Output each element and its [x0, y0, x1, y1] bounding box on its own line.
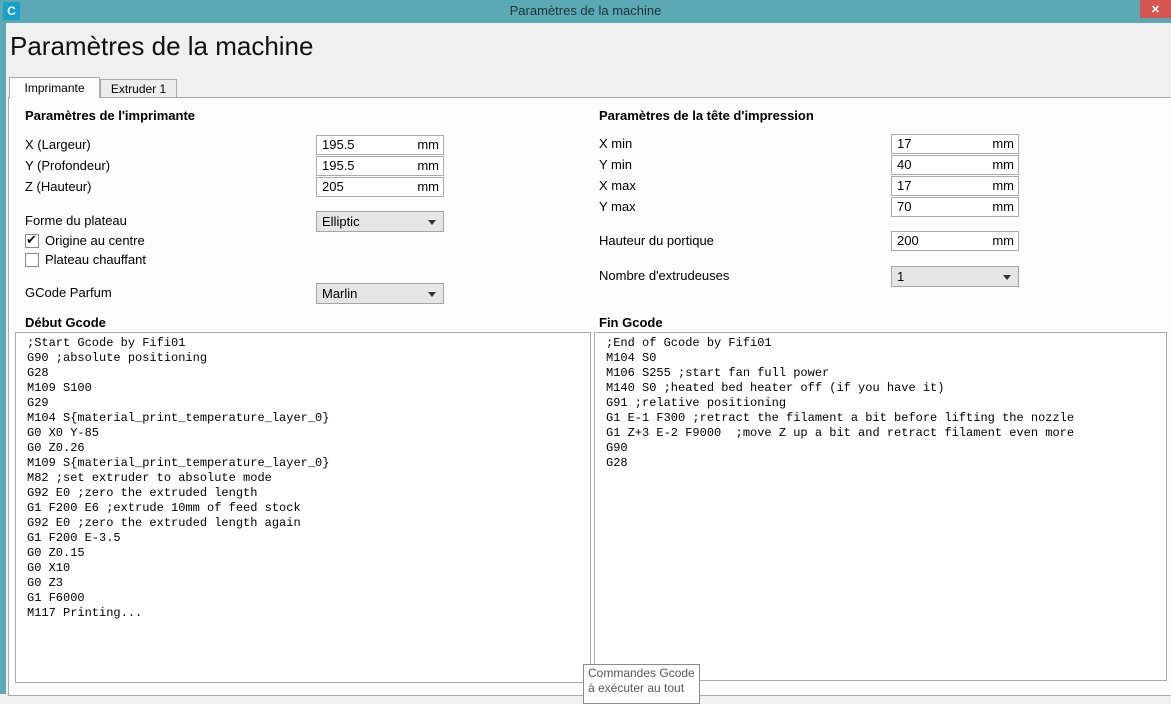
y-max-value: 70: [897, 199, 912, 214]
page-title: Paramètres de la machine: [10, 31, 314, 61]
printhead-settings-title: Paramètres de la tête d'impression: [599, 108, 814, 123]
x-max-value: 17: [897, 178, 912, 193]
x-width-unit: mm: [417, 137, 439, 152]
x-max-label: X max: [599, 178, 636, 193]
y-min-input[interactable]: 40 mm: [891, 155, 1019, 175]
y-max-unit: mm: [992, 199, 1014, 214]
x-min-value: 17: [897, 136, 912, 151]
window-title: Paramètres de la machine: [509, 3, 662, 18]
y-depth-value: 195.5: [322, 158, 355, 173]
z-height-unit: mm: [417, 179, 439, 194]
bed-shape-label: Forme du plateau: [25, 213, 127, 228]
z-height-input[interactable]: 205 mm: [316, 177, 444, 197]
settings-panel: Paramètres de l'imprimante X (Largeur) 1…: [8, 97, 1171, 696]
window-left-border: [0, 23, 6, 694]
x-min-label: X min: [599, 136, 633, 151]
y-depth-unit: mm: [417, 158, 439, 173]
x-min-unit: mm: [992, 136, 1014, 151]
gcode-tooltip: Commandes Gcode à exécuter au tout: [583, 664, 700, 704]
window-titlebar: C Paramètres de la machine ✕: [0, 0, 1171, 23]
x-max-input[interactable]: 17 mm: [891, 176, 1019, 196]
machine-settings-dialog: { "window": { "title": "Paramètres de la…: [0, 0, 1171, 704]
x-min-input[interactable]: 17 mm: [891, 134, 1019, 154]
z-height-value: 205: [322, 179, 344, 194]
y-max-input[interactable]: 70 mm: [891, 197, 1019, 217]
y-max-label: Y max: [599, 199, 636, 214]
bed-shape-dropdown[interactable]: Elliptic: [316, 211, 444, 232]
origin-center-label: Origine au centre: [45, 233, 145, 248]
bed-shape-value: Elliptic: [322, 214, 360, 229]
extruder-count-label: Nombre d'extrudeuses: [599, 268, 730, 283]
extruder-count-value: 1: [897, 269, 905, 284]
heated-bed-checkbox[interactable]: [25, 253, 39, 267]
y-min-label: Y min: [599, 157, 632, 172]
origin-center-checkbox[interactable]: [25, 232, 39, 248]
x-width-value: 195.5: [322, 137, 355, 152]
tab-imprimante[interactable]: Imprimante: [9, 77, 100, 98]
end-gcode-title: Fin Gcode: [599, 315, 663, 330]
printer-settings-title: Paramètres de l'imprimante: [25, 108, 195, 123]
start-gcode-title: Début Gcode: [25, 315, 106, 330]
end-gcode-textarea[interactable]: ;End of Gcode by Fifi01 M104 S0 M106 S25…: [594, 332, 1167, 681]
y-min-unit: mm: [992, 157, 1014, 172]
y-min-value: 40: [897, 157, 912, 172]
gantry-height-unit: mm: [992, 233, 1014, 248]
extruder-count-dropdown[interactable]: 1: [891, 266, 1019, 287]
chevron-down-icon: [428, 292, 436, 297]
close-button[interactable]: ✕: [1140, 0, 1171, 18]
gcode-flavor-label: GCode Parfum: [25, 285, 112, 300]
x-max-unit: mm: [992, 178, 1014, 193]
y-depth-input[interactable]: 195.5 mm: [316, 156, 444, 176]
chevron-down-icon: [428, 220, 436, 225]
y-depth-label: Y (Profondeur): [25, 158, 111, 173]
gantry-height-input[interactable]: 200 mm: [891, 231, 1019, 251]
gcode-flavor-dropdown[interactable]: Marlin: [316, 283, 444, 304]
close-icon: ✕: [1150, 3, 1161, 16]
gantry-height-label: Hauteur du portique: [599, 233, 714, 248]
x-width-label: X (Largeur): [25, 137, 91, 152]
gantry-height-value: 200: [897, 233, 919, 248]
x-width-input[interactable]: 195.5 mm: [316, 135, 444, 155]
chevron-down-icon: [1003, 275, 1011, 280]
tab-extruder-1[interactable]: Extruder 1: [100, 79, 177, 98]
start-gcode-textarea[interactable]: ;Start Gcode by Fifi01 G90 ;absolute pos…: [15, 332, 591, 683]
heated-bed-label: Plateau chauffant: [45, 252, 146, 267]
tooltip-line: Commandes Gcode: [588, 666, 695, 680]
z-height-label: Z (Hauteur): [25, 179, 92, 194]
gcode-flavor-value: Marlin: [322, 286, 358, 301]
